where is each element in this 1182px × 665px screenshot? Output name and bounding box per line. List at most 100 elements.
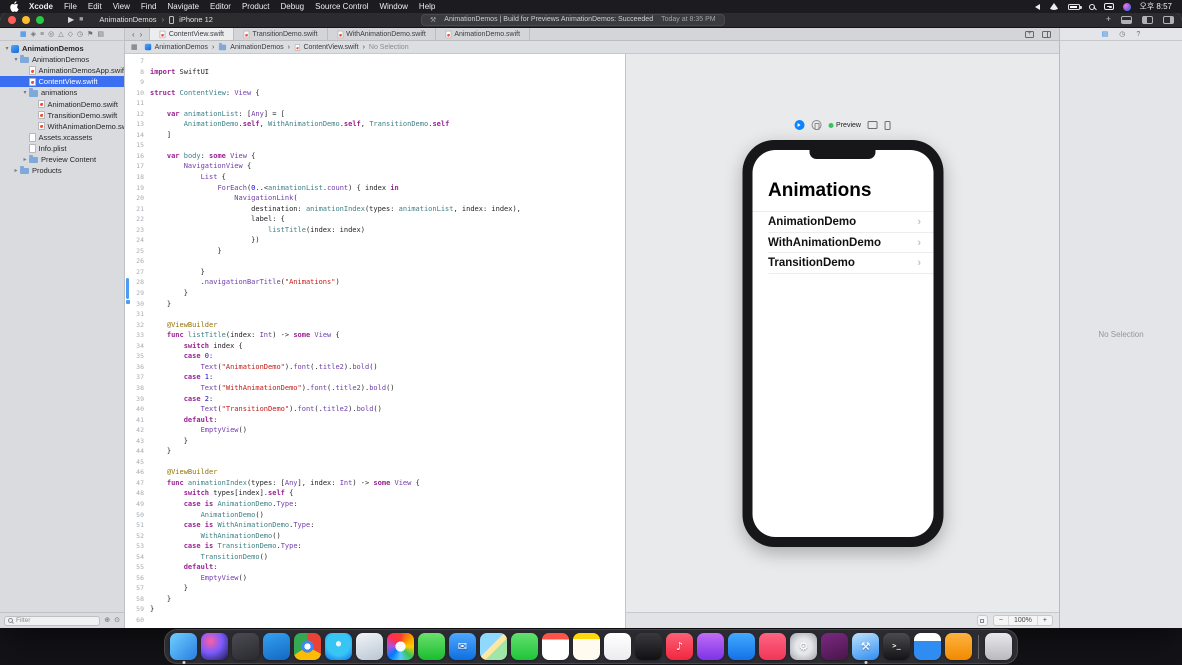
navigator-row[interactable]: ▸ Preview Content bbox=[0, 154, 124, 165]
menu-navigate[interactable]: Navigate bbox=[167, 2, 199, 11]
navigator-row[interactable]: Info.plist bbox=[0, 143, 124, 154]
find-navigator-tab[interactable]: ◎ bbox=[48, 31, 54, 38]
breadcrumb-item[interactable]: AnimationDemos bbox=[218, 43, 284, 51]
issue-navigator-tab[interactable]: △ bbox=[58, 31, 63, 38]
breadcrumb-item[interactable]: No Selection bbox=[369, 44, 409, 51]
tab-transitiondemo-swift[interactable]: TransitionDemo.swift bbox=[234, 28, 328, 40]
zoom-out-button[interactable]: − bbox=[994, 616, 1008, 625]
inspector-toggle-button[interactable] bbox=[1163, 15, 1174, 24]
navigator-toggle-button[interactable] bbox=[1142, 15, 1153, 24]
navigator-row[interactable]: ▾ animations bbox=[0, 87, 124, 98]
debug-navigator-tab[interactable]: ◷ bbox=[77, 31, 83, 38]
recent-files-button[interactable]: ⊙ bbox=[114, 617, 120, 624]
split-editor-button[interactable] bbox=[1042, 30, 1051, 38]
menu-source-control[interactable]: Source Control bbox=[315, 2, 368, 11]
dock-icon-podcasts[interactable] bbox=[697, 633, 724, 660]
dock-icon-launchpad[interactable] bbox=[232, 633, 259, 660]
preview-on-device-button[interactable] bbox=[811, 120, 822, 130]
menu-view[interactable]: View bbox=[113, 2, 130, 11]
navigator-row[interactable]: ▾ AnimationDemos bbox=[0, 43, 124, 54]
dock-icon-maps[interactable] bbox=[480, 633, 507, 660]
spotlight-icon[interactable] bbox=[1089, 3, 1096, 10]
dock-icon-slack[interactable] bbox=[821, 633, 848, 660]
file-inspector-tab[interactable]: ▤ bbox=[1102, 31, 1109, 38]
menu-product[interactable]: Product bbox=[242, 2, 270, 11]
dock-icon-finder[interactable] bbox=[170, 633, 197, 664]
dock-icon-xcode[interactable]: ⚒ bbox=[852, 633, 879, 664]
disclosure-closed-icon[interactable]: ▸ bbox=[12, 167, 20, 174]
dock-icon-simulator[interactable] bbox=[356, 633, 383, 660]
dock-icon-terminal[interactable]: >_ bbox=[883, 633, 910, 660]
disclosure-open-icon[interactable]: ▾ bbox=[12, 56, 20, 63]
project-navigator-tab[interactable]: ▦ bbox=[20, 31, 27, 38]
report-navigator-tab[interactable]: ▤ bbox=[97, 31, 104, 38]
dock-icon-safari[interactable] bbox=[325, 633, 352, 660]
navigator-row[interactable]: TransitionDemo.swift bbox=[0, 110, 124, 121]
preview-device-settings-button[interactable] bbox=[884, 120, 891, 130]
siri-icon[interactable] bbox=[1123, 2, 1132, 11]
dock-icon-mail[interactable]: ✉ bbox=[449, 633, 476, 660]
disclosure-open-icon[interactable]: ▾ bbox=[21, 89, 29, 96]
scheme-selector[interactable]: AnimationDemos › iPhone 12 bbox=[99, 15, 213, 24]
navigator-row[interactable]: WithAnimationDemo.swift bbox=[0, 121, 124, 132]
preview-list-row-withanimationdemo[interactable]: WithAnimationDemo › bbox=[752, 233, 933, 254]
related-items-icon[interactable]: ▦ bbox=[131, 43, 138, 51]
dock-icon-facetime[interactable] bbox=[511, 633, 538, 660]
zoom-to-fit-button[interactable] bbox=[976, 615, 988, 626]
navigator-row[interactable]: ▾ AnimationDemos bbox=[0, 54, 124, 65]
menu-clock[interactable]: 오후 8:57 bbox=[1139, 1, 1172, 12]
tab-withanimationdemo-swift[interactable]: WithAnimationDemo.swift bbox=[328, 28, 436, 40]
menu-find[interactable]: Find bbox=[141, 2, 157, 11]
disclosure-open-icon[interactable]: ▾ bbox=[3, 45, 11, 52]
menu-help[interactable]: Help bbox=[419, 2, 435, 11]
dock-icon-photos[interactable] bbox=[387, 633, 414, 660]
close-window-button[interactable] bbox=[8, 15, 16, 24]
dock-icon-pages[interactable] bbox=[945, 633, 972, 660]
dock-icon-news[interactable] bbox=[759, 633, 786, 660]
dock-icon-vscode[interactable] bbox=[263, 633, 290, 660]
dock-icon-app-store[interactable] bbox=[728, 633, 755, 660]
forward-button[interactable]: › bbox=[140, 30, 143, 39]
test-navigator-tab[interactable]: ◇ bbox=[68, 31, 73, 38]
dock-icon-music[interactable]: ♪ bbox=[666, 633, 693, 660]
inspect-preview-button[interactable] bbox=[867, 121, 878, 129]
navigator-row[interactable]: ContentView.swift bbox=[0, 76, 124, 88]
navigator-row[interactable]: AnimationDemo.swift bbox=[0, 98, 124, 109]
symbol-navigator-tab[interactable]: ≡ bbox=[40, 31, 44, 38]
apple-menu-icon[interactable] bbox=[10, 1, 19, 12]
zoom-in-button[interactable]: + bbox=[1036, 616, 1052, 625]
dock-icon-siri[interactable] bbox=[201, 633, 228, 660]
filter-input[interactable]: Filter bbox=[4, 615, 101, 626]
quick-help-inspector-tab[interactable]: ? bbox=[1136, 31, 1140, 38]
volume-icon[interactable] bbox=[1035, 3, 1041, 10]
minimize-window-button[interactable] bbox=[22, 15, 30, 24]
breakpoint-navigator-tab[interactable]: ⚑ bbox=[87, 31, 93, 38]
disclosure-closed-icon[interactable]: ▸ bbox=[21, 156, 29, 163]
dock-icon-chrome[interactable] bbox=[294, 633, 321, 660]
navigator-row[interactable]: ▸ Products bbox=[0, 165, 124, 176]
wifi-icon[interactable] bbox=[1049, 3, 1060, 10]
preview-list-row-animationdemo[interactable]: AnimationDemo › bbox=[752, 212, 933, 233]
menu-edit[interactable]: Edit bbox=[88, 2, 102, 11]
add-editor-button[interactable] bbox=[1025, 30, 1034, 38]
dock-icon-system-preferences[interactable]: ⚙ bbox=[790, 633, 817, 660]
tab-contentview-swift[interactable]: ContentView.swift bbox=[149, 28, 234, 40]
dock-icon-calendar[interactable] bbox=[542, 633, 569, 660]
menu-editor[interactable]: Editor bbox=[210, 2, 231, 11]
code-editor[interactable]: 7 8 import SwiftUI 9 10 struct ContentView: V… bbox=[125, 54, 625, 628]
add-file-button[interactable]: ⊕ bbox=[104, 617, 110, 624]
dock-icon-trash[interactable] bbox=[985, 633, 1012, 660]
navigator-row[interactable]: AnimationDemosApp.swift bbox=[0, 65, 124, 76]
menu-debug[interactable]: Debug bbox=[281, 2, 305, 11]
source-control-navigator-tab[interactable]: ◈ bbox=[31, 31, 36, 38]
preview-list-row-transitiondemo[interactable]: TransitionDemo › bbox=[752, 253, 933, 274]
live-preview-button[interactable] bbox=[794, 120, 805, 130]
dock-icon-reminders[interactable] bbox=[604, 633, 631, 660]
run-button[interactable]: ▶ bbox=[68, 15, 74, 24]
activity-status-bar[interactable]: ⚒ AnimationDemos | Build for Previews An… bbox=[420, 13, 725, 26]
zoom-window-button[interactable] bbox=[36, 15, 44, 24]
debug-area-toggle-button[interactable] bbox=[1121, 15, 1132, 24]
library-button[interactable]: + bbox=[1106, 15, 1111, 24]
menu-window[interactable]: Window bbox=[379, 2, 407, 11]
dock-icon-keynote[interactable] bbox=[914, 633, 941, 660]
